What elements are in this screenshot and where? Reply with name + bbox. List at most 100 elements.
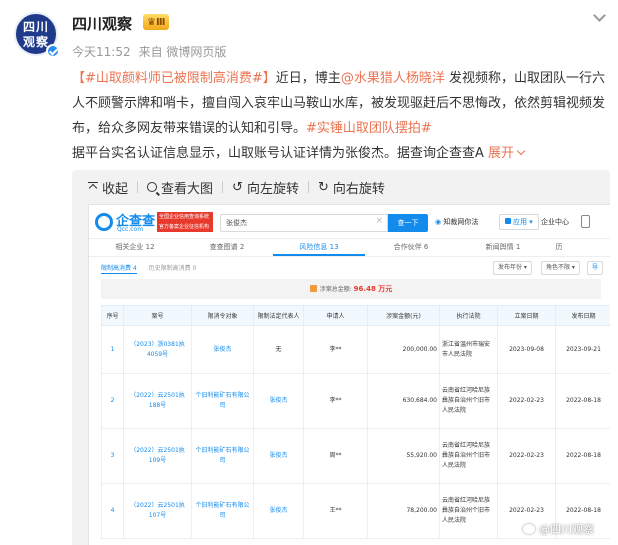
rotate-right-label: 向右旋转 <box>332 181 385 197</box>
rotate-right-button[interactable]: ↻ 向右旋转 <box>318 178 385 197</box>
qcc-header: 企查查 Qcc.com 全国企业信用查询系统 官方备案企业征信机构 张俊杰 × … <box>89 205 610 239</box>
cell-index: 2 <box>101 373 124 429</box>
qcc-tab: 查查图谱 2 <box>209 243 245 251</box>
qcc-tab: 新闻舆情 1 <box>485 243 521 251</box>
qcc-ad-badge: 全国企业信用查询系统 官方备案企业征信机构 <box>157 212 213 232</box>
divider <box>222 181 224 193</box>
phone-icon <box>581 215 590 228</box>
cell-legal-rep: 张俊杰 <box>253 373 304 429</box>
cell-legal-rep: 无 <box>253 325 304 374</box>
column-header: 序号 <box>101 305 124 326</box>
post-meta: 今天11:52 来自 微博网页版 <box>72 43 226 60</box>
table-header-row: 序号 案号 限消令对象 限制法定代表人 申请人 涉案金额(元) 执行法院 立案日… <box>101 305 610 326</box>
chevron-down-icon[interactable] <box>592 10 608 26</box>
table-row: 2 （2022）云2501执188号 个旧利能矿石有限公司 张俊杰 李** 63… <box>101 373 610 429</box>
qcc-subtab-active: 限制高消费 4 <box>101 265 137 274</box>
weibo-icon <box>523 524 535 534</box>
author-name[interactable]: 四川观察 <box>72 13 132 34</box>
qcc-table: 序号 案号 限消令对象 限制法定代表人 申请人 涉案金额(元) 执行法院 立案日… <box>101 305 610 539</box>
cell-applicant: 周** <box>303 428 368 484</box>
qcc-export-button: 导 <box>587 261 604 275</box>
divider <box>137 181 139 193</box>
cell-case-number: （2022）云2501执109号 <box>123 428 192 484</box>
topic-link[interactable]: #实锤山取团队摆拍# <box>306 121 432 136</box>
avatar-text-top: 四川 <box>22 19 49 34</box>
cell-legal-rep: 张俊杰 <box>253 428 304 484</box>
cell-applicant: 李** <box>303 325 368 374</box>
shield-icon: ◉ <box>435 218 442 226</box>
collapse-button[interactable]: 收起 <box>88 178 128 197</box>
chevron-down-icon <box>516 146 526 156</box>
crown-icon: ♛ <box>147 16 156 28</box>
qcc-subtabs: 限制高消费 4 历史限制高消费 0 <box>101 263 197 274</box>
text-segment: 据平台实名认证信息显示，山取账号认证详情为张俊杰。据查询企查查A <box>72 146 484 161</box>
post-time[interactable]: 今天11:52 <box>72 45 131 59</box>
cell-court: 云南省红河哈尼族彝族自治州个旧市人民法院 <box>439 483 498 539</box>
post-source: 来自 微博网页版 <box>138 45 227 59</box>
column-header: 申请人 <box>303 305 368 326</box>
column-header: 发布日期 <box>555 305 610 326</box>
watermark: @四川观察 <box>523 521 594 537</box>
column-header: 限制法定代表人 <box>253 305 304 326</box>
cell-filing-date: 2023-09-08 <box>497 325 556 374</box>
cell-target: 张俊杰 <box>191 325 254 374</box>
cell-index: 3 <box>101 428 124 484</box>
cell-target: 个旧利能矿石有限公司 <box>191 483 254 539</box>
view-large-button[interactable]: 查看大图 <box>147 178 213 197</box>
cell-case-number: （2022）云2501执188号 <box>123 373 192 429</box>
cell-case-number: （2022）云2501执107号 <box>123 483 192 539</box>
rotate-left-icon: ↺ <box>232 179 243 195</box>
qcc-risk-label: 知裁网你法 <box>443 218 479 226</box>
qcc-app-label: 应用 <box>513 218 527 226</box>
viewer-toolbar: 收起 查看大图 ↺ 向左旋转 ↻ 向右旋转 <box>72 170 610 204</box>
rotate-left-label: 向左旋转 <box>246 181 299 197</box>
qcc-role-label: 角色不限 <box>546 264 571 271</box>
cell-case-number: （2023）浙0381执4059号 <box>123 325 192 374</box>
post-text: 【#山取颜料师已被限制高消费#】近日，博主@水果猎人杨晓洋 发视频称，山取团队一… <box>72 66 610 166</box>
qcc-search-input: 张俊杰 × <box>220 214 388 232</box>
cell-amount: 78,200.00 <box>367 483 440 539</box>
qcc-tab: 历 <box>555 243 563 251</box>
topic-link[interactable]: 【#山取颜料师已被限制高消费#】 <box>72 71 276 86</box>
expand-link[interactable]: 展开 <box>488 146 526 161</box>
cell-court: 云南省红河哈尼族彝族自治州个旧市人民法院 <box>439 373 498 429</box>
qcc-total-value: 96.48 万元 <box>353 285 393 293</box>
cell-publish-date: 2023-09-21 <box>555 325 610 374</box>
coin-icon <box>309 285 317 292</box>
view-large-label: 查看大图 <box>161 181 214 197</box>
cell-court: 浙江省温州市瑞安市人民法院 <box>439 325 498 374</box>
avatar-text-bottom: 观察 <box>22 34 49 49</box>
qcc-subtab: 历史限制高消费 0 <box>148 265 197 272</box>
column-header: 执行法院 <box>439 305 498 326</box>
qcc-search-button: 查一下 <box>388 214 428 232</box>
mention-link[interactable]: @水果猎人杨晓洋 <box>341 71 445 86</box>
qcc-total-banner: 涉案总金额: 96.48 万元 <box>101 279 601 299</box>
text-segment: 近日，博主 <box>275 71 341 86</box>
qcc-year-select: 发布年份 ▾ <box>493 261 532 275</box>
column-header: 涉案金额(元) <box>367 305 440 326</box>
rotate-left-button[interactable]: ↺ 向左旋转 <box>232 178 299 197</box>
cell-target: 个旧利能矿石有限公司 <box>191 373 254 429</box>
embedded-screenshot[interactable]: 企查查 Qcc.com 全国企业信用查询系统 官方备案企业征信机构 张俊杰 × … <box>88 204 610 545</box>
qcc-tab: 合作伙伴 6 <box>393 243 429 251</box>
watermark-text: @四川观察 <box>539 523 594 536</box>
qcc-export-label: 导 <box>592 264 599 271</box>
clear-icon: × <box>375 216 383 226</box>
divider <box>307 181 309 193</box>
search-icon <box>147 182 158 192</box>
qcc-search-value: 张俊杰 <box>226 219 247 227</box>
collapse-label: 收起 <box>102 181 129 197</box>
verified-icon <box>46 44 60 58</box>
qcc-role-select: 角色不限 ▾ <box>541 261 580 275</box>
grid-icon <box>505 218 511 224</box>
cell-filing-date: 2022-02-23 <box>497 428 556 484</box>
cell-applicant: 王** <box>303 483 368 539</box>
cell-target: 个旧利能矿石有限公司 <box>191 428 254 484</box>
column-header: 案号 <box>123 305 192 326</box>
cell-filing-date: 2022-02-23 <box>497 373 556 429</box>
qcc-enterprise-link: 企业中心 <box>541 218 569 226</box>
qcc-tab: 相关企业 12 <box>115 243 155 251</box>
member-level: Ⅲ <box>155 16 166 28</box>
qcc-tabs: 相关企业 12 查查图谱 2 风险信息 13 合作伙伴 6 新闻舆情 1 历 <box>89 239 610 257</box>
member-badge[interactable]: ♛ Ⅲ <box>143 14 170 30</box>
